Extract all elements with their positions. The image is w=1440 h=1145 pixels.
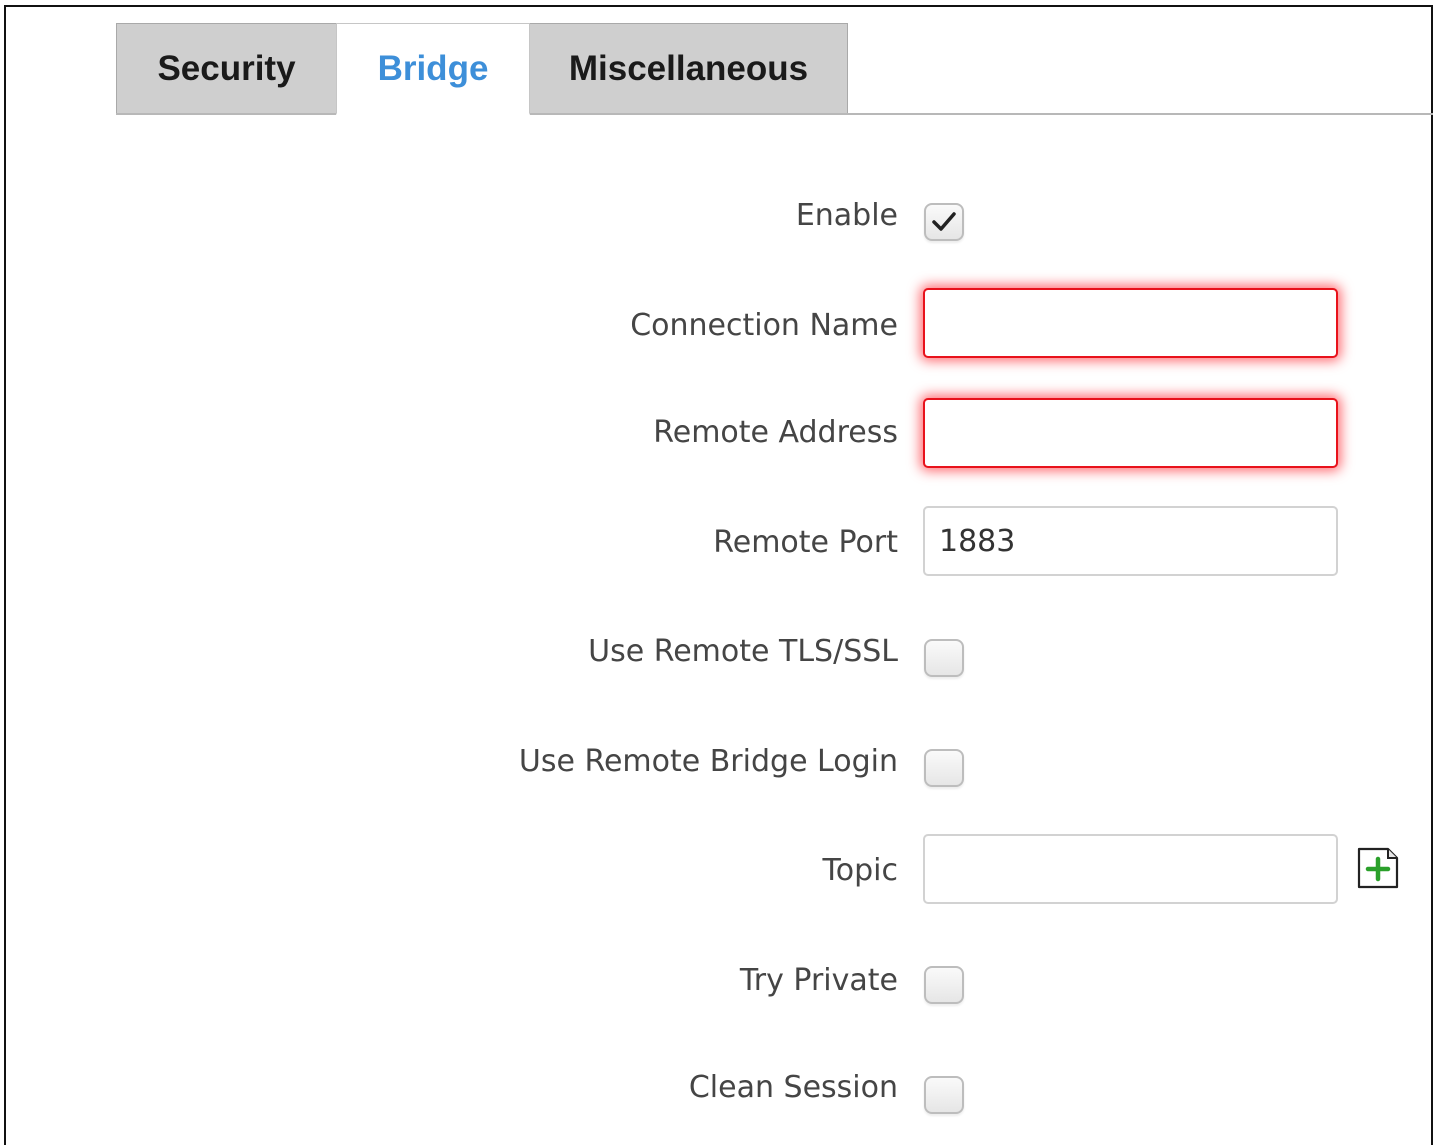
topic-input[interactable] <box>923 834 1338 904</box>
remote-address-input[interactable] <box>923 398 1338 468</box>
remote-address-label: Remote Address <box>653 415 898 450</box>
enable-label: Enable <box>795 198 898 233</box>
use-remote-tls-label: Use Remote TLS/SSL <box>588 634 898 669</box>
tab-bridge[interactable]: Bridge <box>336 23 530 115</box>
clean-session-checkbox[interactable] <box>924 1076 964 1114</box>
add-topic-button[interactable] <box>1357 847 1399 889</box>
add-file-icon <box>1357 847 1399 889</box>
try-private-checkbox[interactable] <box>924 966 964 1004</box>
connection-name-input[interactable] <box>923 288 1338 358</box>
use-remote-login-checkbox[interactable] <box>924 749 964 787</box>
use-remote-login-label: Use Remote Bridge Login <box>518 744 898 779</box>
try-private-label: Try Private <box>739 963 898 998</box>
tab-security[interactable]: Security <box>116 23 337 115</box>
tab-miscellaneous[interactable]: Miscellaneous <box>529 23 848 115</box>
checkmark-icon <box>932 212 956 231</box>
remote-port-input[interactable] <box>923 506 1338 576</box>
tab-divider <box>116 113 1433 115</box>
topic-label: Topic <box>822 853 898 888</box>
remote-port-label: Remote Port <box>713 525 898 560</box>
use-remote-tls-checkbox[interactable] <box>924 639 964 677</box>
clean-session-label: Clean Session <box>688 1070 898 1105</box>
connection-name-label: Connection Name <box>630 308 898 343</box>
enable-checkbox[interactable] <box>924 203 964 241</box>
